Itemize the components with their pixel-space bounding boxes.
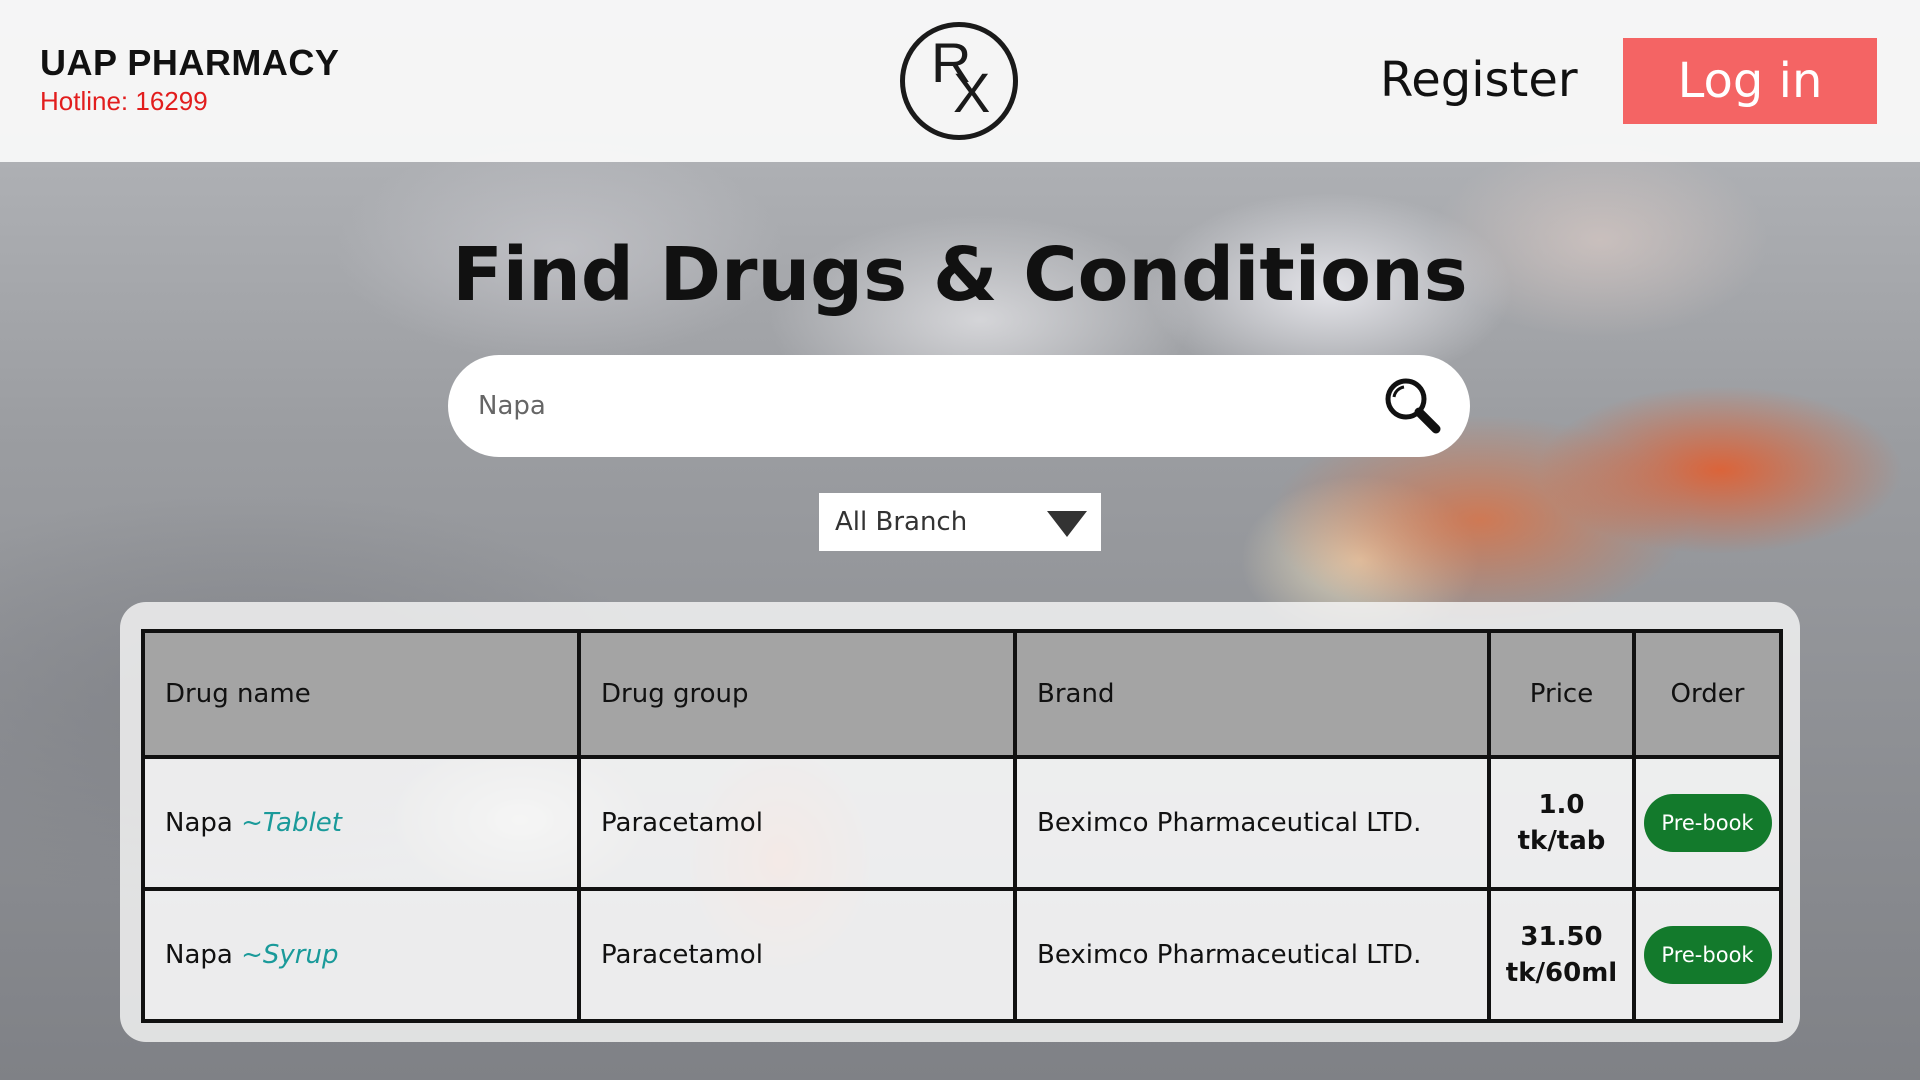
brand-name: UAP PHARMACY [40, 42, 340, 83]
prebook-button[interactable]: Pre-book [1643, 926, 1772, 984]
drug-form: ~Syrup [241, 940, 339, 970]
brand: UAP PHARMACY Hotline: 16299 [40, 42, 339, 117]
drug-group-cell: Paracetamol [577, 887, 1017, 1023]
header: UAP PHARMACY Hotline: 16299 R X Register… [0, 0, 1920, 162]
table-row: Napa ~Syrup Paracetamol Beximco Pharmace… [141, 887, 1783, 1023]
price-unit: tk/tab [1517, 826, 1606, 856]
table-row: Napa ~Tablet Paracetamol Beximco Pharmac… [141, 755, 1783, 891]
column-header-drug-name: Drug name [141, 629, 581, 759]
order-cell: Pre-book [1632, 755, 1783, 891]
register-button[interactable]: Register [1380, 52, 1578, 108]
drug-name-cell: Napa ~Tablet [141, 755, 581, 891]
column-header-drug-group: Drug group [577, 629, 1017, 759]
hotline: Hotline: 16299 [40, 86, 208, 116]
drug-table: Drug name Drug group Brand Price Order N… [141, 629, 1783, 1023]
drug-name-cell: Napa ~Syrup [141, 887, 581, 1023]
results-panel: Drug name Drug group Brand Price Order N… [120, 602, 1800, 1042]
table-header-row: Drug name Drug group Brand Price Order [141, 629, 1783, 759]
drug-form: ~Tablet [241, 808, 342, 838]
login-button[interactable]: Log in [1623, 38, 1877, 124]
column-header-order: Order [1632, 629, 1783, 759]
drug-group-cell: Paracetamol [577, 755, 1017, 891]
column-header-brand: Brand [1013, 629, 1491, 759]
order-cell: Pre-book [1632, 887, 1783, 1023]
branch-select[interactable]: All Branch [819, 493, 1101, 551]
chevron-down-icon [1045, 509, 1089, 539]
column-header-price: Price [1487, 629, 1636, 759]
price-cell: 31.50 tk/60ml [1487, 887, 1636, 1023]
page-title: Find Drugs & Conditions [452, 232, 1468, 318]
price-amount: 1.0 [1538, 790, 1585, 820]
drug-name: Napa [165, 808, 233, 838]
price-amount: 31.50 [1520, 922, 1603, 952]
price-unit: tk/60ml [1505, 958, 1618, 988]
price-cell: 1.0 tk/tab [1487, 755, 1636, 891]
search-input[interactable] [478, 379, 1358, 433]
prebook-button[interactable]: Pre-book [1643, 794, 1772, 852]
brand-cell: Beximco Pharmaceutical LTD. [1013, 887, 1491, 1023]
logo-letter-x: X [953, 61, 991, 124]
rx-logo[interactable]: R X [900, 22, 1018, 140]
search-bar [448, 355, 1470, 457]
brand-cell: Beximco Pharmaceutical LTD. [1013, 755, 1491, 891]
search-icon[interactable] [1382, 375, 1444, 437]
branch-select-value: All Branch [835, 507, 968, 537]
drug-name: Napa [165, 940, 233, 970]
